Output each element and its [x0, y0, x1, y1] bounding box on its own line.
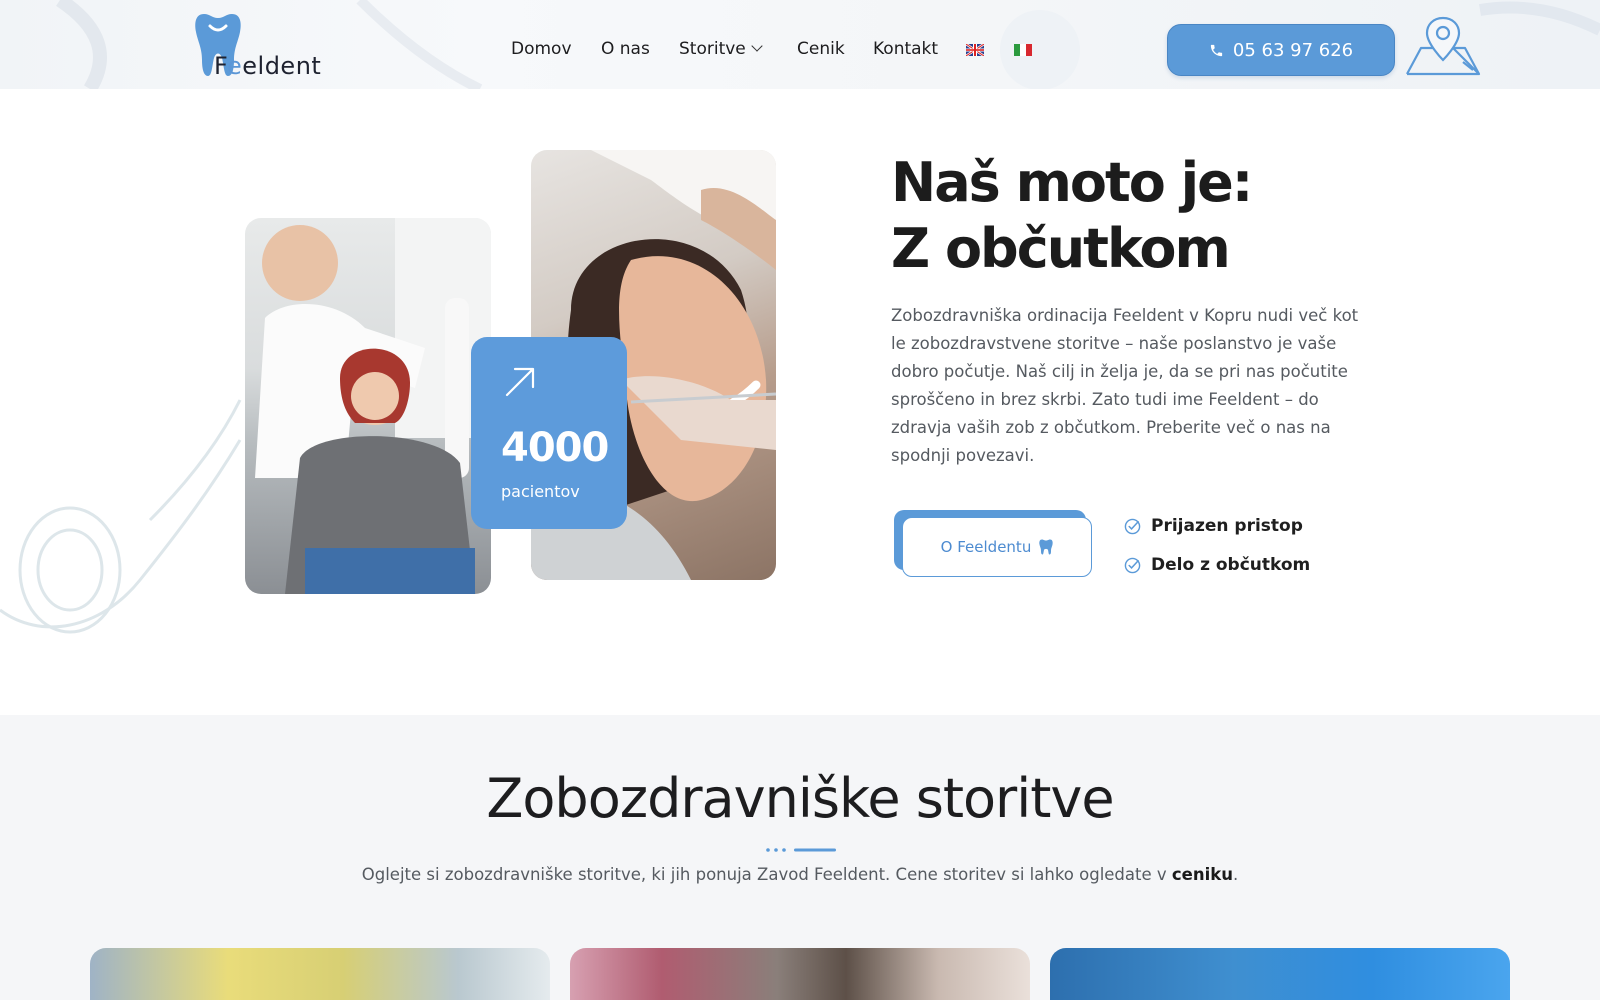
phone-number: 05 63 97 626 — [1232, 39, 1354, 61]
map-pin-icon[interactable] — [1403, 14, 1483, 78]
nav-item-cenik[interactable]: Cenik — [797, 39, 845, 59]
nav-item-kontakt[interactable]: Kontakt — [873, 39, 938, 59]
hero-title-line-1: Naš moto je: — [891, 151, 1253, 214]
services-subtitle: Oglejte si zobozdravniške storitve, ki j… — [361, 865, 1239, 884]
patients-stat-card: 4000 pacientov — [471, 337, 627, 529]
hero-title-line-2: Z občutkom — [891, 217, 1231, 280]
about-feeldent-button[interactable]: O Feeldentu — [894, 510, 1092, 578]
hero-description: Zobozdravniška ordinacija Feeldent v Kop… — [891, 306, 1359, 465]
services-title: Zobozdravniške storitve — [486, 767, 1114, 830]
cenik-link[interactable]: ceniku — [1172, 865, 1233, 884]
patients-label: pacientov — [501, 482, 580, 501]
nav-item-domov[interactable]: Domov — [511, 39, 572, 59]
service-card-2-image[interactable] — [570, 948, 1030, 1000]
italian-flag-icon[interactable] — [1014, 44, 1032, 56]
tooth-icon — [1039, 539, 1054, 555]
phone-button[interactable]: 05 63 97 626 — [1167, 24, 1395, 76]
service-card-3-image[interactable] — [1050, 948, 1510, 1000]
logo-text: Feeldent — [214, 52, 322, 80]
feature-label: Delo z občutkom — [1151, 555, 1311, 575]
feeldent-logo[interactable]: Feeldent — [194, 12, 324, 80]
phone-icon — [1210, 44, 1222, 56]
feature-item-prijazen-pristop: Prijazen pristop — [1124, 516, 1303, 536]
chevron-down-icon — [751, 40, 763, 52]
english-flag-icon[interactable] — [966, 44, 984, 56]
nav-item-storitve[interactable]: Storitve — [679, 39, 763, 59]
nav-item-o-nas[interactable]: O nas — [601, 39, 650, 59]
section-divider — [766, 848, 836, 852]
dentist-with-patient-photo — [245, 218, 491, 594]
decorative-dental-tool-line-art — [0, 399, 242, 634]
about-button-label: O Feeldentu — [940, 538, 1032, 556]
patients-count: 4000 — [501, 425, 609, 471]
check-circle-icon — [1124, 518, 1141, 534]
services-section: Zobozdravniške storitve Oglejte si zoboz… — [0, 715, 1600, 1000]
arrow-up-right-icon — [505, 367, 535, 397]
feature-item-delo-z-obcutkom: Delo z občutkom — [1124, 555, 1310, 575]
button-face: O Feeldentu — [902, 517, 1092, 577]
feature-label: Prijazen pristop — [1151, 516, 1303, 536]
service-card-1-image[interactable] — [90, 948, 550, 1000]
hero-title: Naš moto je: Z občutkom — [891, 150, 1253, 282]
check-circle-icon — [1124, 557, 1141, 573]
dentist-with-patient-illustration — [255, 218, 491, 594]
site-header: Feeldent Domov O nas Storitve Cenik Kont… — [0, 0, 1600, 89]
nav-item-storitve-label: Storitve — [679, 39, 746, 59]
